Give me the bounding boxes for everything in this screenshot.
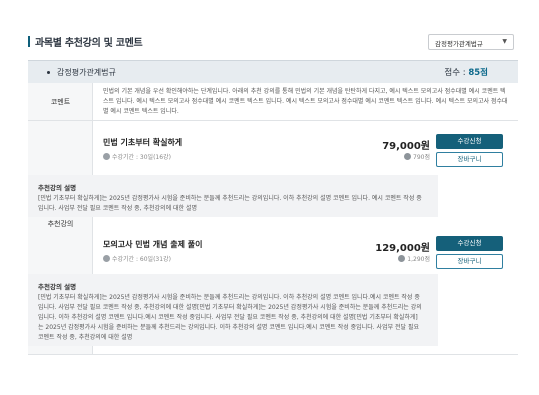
comment-label: 코멘트 xyxy=(50,98,71,106)
course-description-text: [민법 기초부터 확실하게]는 2025년 감정평가사 시험을 준비하는 분들께… xyxy=(38,195,422,212)
comment-label-cell: 코멘트 xyxy=(28,83,93,120)
recommend-row: 추천강의 민법 기초부터 확실하게 수강기간 : 30일(16강) 79,000… xyxy=(28,121,518,355)
course-points-text: 790점 xyxy=(413,154,430,161)
course-price: 79,000원 xyxy=(382,141,430,152)
subject-select-value: 감정평가관계법규 xyxy=(435,40,483,48)
course-points: 1,290점 xyxy=(398,254,430,263)
recommend-label: 추천강의 xyxy=(47,220,74,228)
title-accent-bar xyxy=(28,36,30,47)
course-title: 민법 기초부터 확실하게 xyxy=(103,138,183,147)
comment-row: 코멘트 민법의 기본 개념을 우선 확인해야하는 단계입니다. 아래의 추천 강… xyxy=(28,83,518,121)
course-period-text: 수강기간 : 30일(16강) xyxy=(112,154,171,161)
course-price: 129,000원 xyxy=(375,243,430,254)
course-description-box: 추천강의 설명 [민법 기초부터 확실하게]는 2025년 감정평가사 시험을 … xyxy=(28,175,438,217)
course-points-text: 1,290점 xyxy=(407,256,430,263)
score-value: 85점 xyxy=(468,68,488,78)
course-item: 모의고사 민법 개념 출제 풀이 수강기간 : 60일(31강) 129,000… xyxy=(103,236,513,269)
cart-button[interactable]: 장바구니 xyxy=(436,254,503,269)
course-description-title: 추천강의 설명 xyxy=(38,184,77,192)
course-title: 모의고사 민법 개념 출제 풀이 xyxy=(103,240,203,249)
subject-name: 감정평가관계법규 xyxy=(57,68,116,77)
page-title: 과목별 추천강의 및 코멘트 xyxy=(35,38,143,49)
course-points: 790점 xyxy=(404,152,430,161)
cart-button[interactable]: 장바구니 xyxy=(436,152,503,167)
course-item: 민법 기초부터 확실하게 수강기간 : 30일(16강) 79,000원 790… xyxy=(103,134,513,167)
enroll-button[interactable]: 수강신청 xyxy=(436,236,503,251)
course-description-box: 추천강의 설명 [민법 기초부터 확실하게]는 2025년 감정평가사 시험을 … xyxy=(28,274,438,346)
course-period: 수강기간 : 30일(16강) xyxy=(103,152,171,161)
point-icon xyxy=(404,153,412,160)
comment-text: 민법의 기본 개념을 우선 확인해야하는 단계입니다. 아래의 추천 강의를 통… xyxy=(103,88,508,115)
bullet-icon xyxy=(47,71,50,74)
score-label: 점수 : xyxy=(444,68,469,78)
clock-icon xyxy=(103,255,110,262)
course-period: 수강기간 : 60일(31강) xyxy=(103,254,171,263)
course-description-text: [민법 기초부터 확실하게]는 2025년 감정평가사 시험을 준비하는 분들께… xyxy=(38,294,422,341)
course-period-text: 수강기간 : 60일(31강) xyxy=(112,256,171,263)
point-icon xyxy=(398,255,406,262)
chevron-down-icon: ▼ xyxy=(502,38,507,45)
score-display: 점수 : 85점 xyxy=(444,66,488,78)
enroll-button[interactable]: 수강신청 xyxy=(436,134,503,149)
course-description-title: 추천강의 설명 xyxy=(38,283,77,291)
clock-icon xyxy=(103,153,110,160)
subject-select[interactable]: 감정평가관계법규 ▼ xyxy=(428,34,514,50)
section-header: 과목별 추천강의 및 코멘트 감정평가관계법규 ▼ xyxy=(28,33,518,53)
subject-summary: 감정평가관계법규 점수 : 85점 xyxy=(28,60,518,83)
